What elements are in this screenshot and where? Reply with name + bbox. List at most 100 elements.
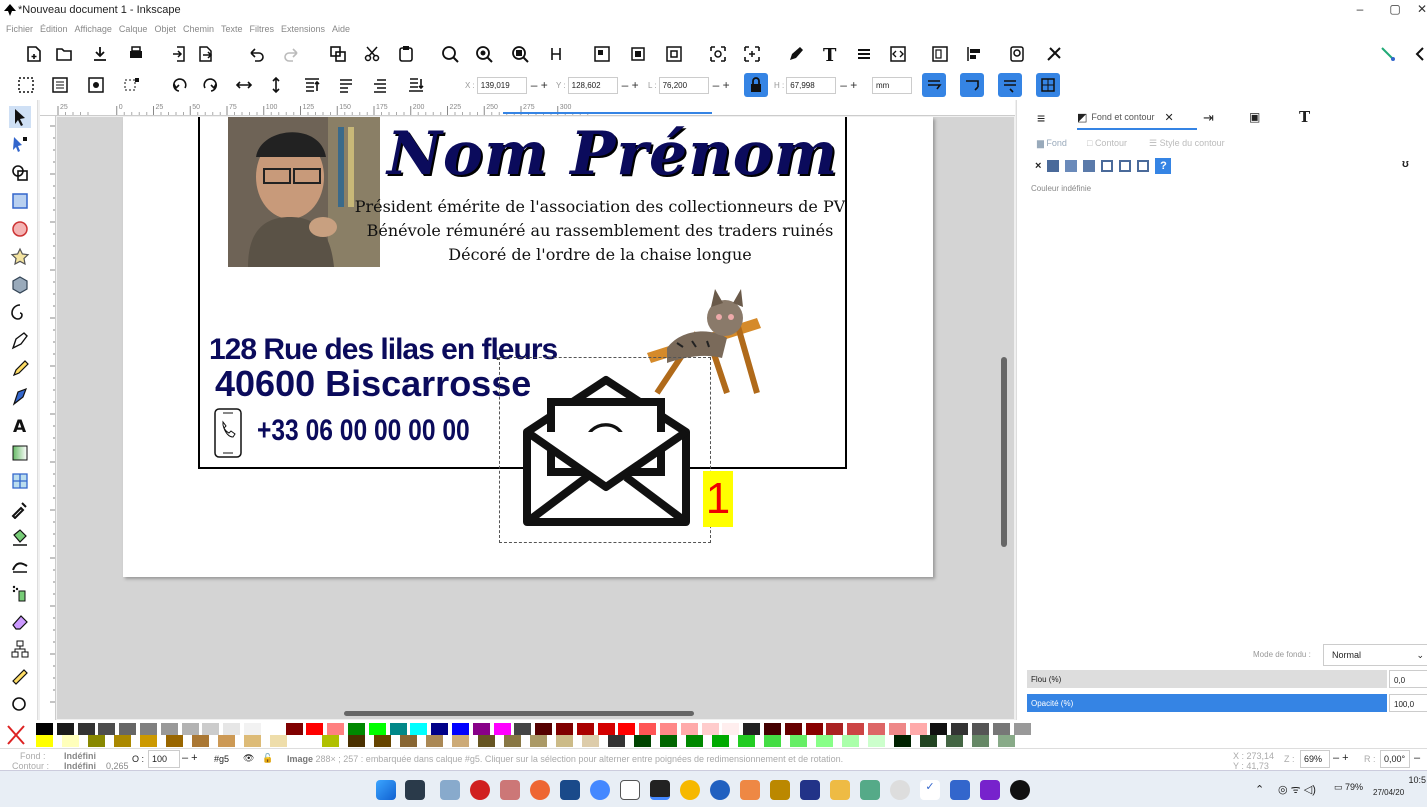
palette-swatch[interactable] [743, 723, 761, 735]
mobile-phone-icon[interactable] [213, 407, 243, 459]
deselect-icon[interactable] [120, 73, 144, 97]
palette-swatch[interactable] [1013, 723, 1031, 735]
print-icon[interactable] [124, 42, 148, 66]
scale-stroke-icon[interactable] [922, 73, 946, 97]
tweak-tool-icon[interactable] [9, 554, 31, 576]
palette-swatch[interactable] [389, 723, 407, 735]
snap-bbox-icon[interactable] [706, 42, 730, 66]
palette-swatch[interactable] [472, 723, 490, 735]
horizontal-scrollbar[interactable] [344, 711, 694, 716]
mesh-gradient-icon[interactable] [1101, 160, 1114, 172]
subtab-stroke-style[interactable]: ☰ Style du contour [1149, 138, 1225, 149]
palette-swatch[interactable] [634, 735, 651, 747]
palette-swatch[interactable] [181, 723, 199, 735]
palette-swatch[interactable] [582, 735, 599, 747]
chrome-icon[interactable] [680, 780, 700, 800]
no-paint-icon[interactable]: × [1035, 160, 1041, 172]
card-title-line-3[interactable]: Décoré de l'ordre de la chaise longue [330, 245, 870, 264]
zoom-input[interactable]: 69% [1300, 750, 1330, 768]
align-distribute-icon[interactable] [962, 42, 986, 66]
palette-swatch[interactable] [119, 723, 137, 735]
palette-swatch[interactable] [847, 723, 865, 735]
open-folder-icon[interactable] [52, 42, 76, 66]
mail-app-icon[interactable] [440, 780, 460, 800]
pen-tool-icon[interactable] [9, 330, 31, 352]
commands-bar-icon[interactable] [1376, 42, 1400, 66]
transform-patterns-icon[interactable] [1036, 73, 1060, 97]
palette-swatch[interactable] [790, 735, 807, 747]
none-color-icon[interactable] [0, 720, 30, 748]
opacity-slider[interactable]: Opacité (%) [1027, 694, 1387, 712]
palette-swatch[interactable] [192, 735, 209, 747]
menu-filtres[interactable]: Filtres [250, 24, 275, 34]
k-app-icon[interactable] [560, 780, 580, 800]
palette-swatch[interactable] [686, 735, 703, 747]
subtab-fill[interactable]: ▆ Fond [1037, 138, 1067, 149]
export-icon[interactable] [194, 42, 218, 66]
rotation-input[interactable]: 0,00° [1380, 750, 1410, 768]
export-tab-icon[interactable]: ⇥ [1203, 110, 1214, 126]
firefox-icon[interactable] [710, 780, 730, 800]
unset-paint-icon[interactable]: ? [1155, 158, 1172, 174]
document-tab-icon[interactable]: ▣ [1249, 110, 1260, 124]
height-stepper[interactable]: – + [840, 78, 860, 92]
maximize-button[interactable]: ▢ [1385, 2, 1405, 16]
canvas[interactable]: Nom Prénom Président émérite de l'associ… [57, 117, 1014, 719]
undo-icon[interactable] [244, 42, 268, 66]
palette-swatch[interactable] [920, 735, 937, 747]
spiral-tool-icon[interactable] [9, 302, 31, 324]
find-icon[interactable] [1006, 42, 1030, 66]
media-app-icon[interactable] [1010, 780, 1030, 800]
palette-swatch[interactable] [426, 735, 443, 747]
pattern-icon[interactable] [1119, 160, 1132, 172]
preferences-icon[interactable] [1042, 42, 1066, 66]
x-input[interactable]: 139,019 [476, 76, 527, 94]
palette-swatch[interactable] [722, 723, 740, 735]
palette-swatch[interactable] [478, 735, 495, 747]
redo-icon[interactable] [280, 42, 304, 66]
fill-stroke-dialog-icon[interactable] [784, 42, 808, 66]
palette-swatch[interactable] [306, 723, 324, 735]
palette-swatch[interactable] [244, 735, 261, 747]
card-name[interactable]: Nom Prénom [387, 119, 838, 189]
select-all-layers-icon[interactable] [48, 73, 72, 97]
card-title-line-1[interactable]: Président émérite de l'association des c… [330, 197, 870, 216]
email-envelope-icon[interactable]: @ [519, 372, 694, 532]
heart-app-icon[interactable] [980, 780, 1000, 800]
maps-app-icon[interactable] [860, 780, 880, 800]
palette-swatch[interactable] [296, 735, 313, 747]
snap-nodes-icon[interactable] [740, 42, 764, 66]
palette-swatch[interactable] [140, 723, 157, 735]
menu-fichier[interactable]: Fichier [6, 24, 33, 34]
eraser-tool-icon[interactable] [9, 610, 31, 632]
fill-rule-icon[interactable]: ʊ [1402, 158, 1409, 170]
start-button-icon[interactable] [376, 780, 396, 800]
select-all-icon[interactable] [14, 73, 38, 97]
zoom-stepper[interactable]: – + [1333, 752, 1349, 764]
menu-objet[interactable]: Objet [154, 24, 176, 34]
palette-swatch[interactable] [36, 723, 53, 735]
palette-swatch[interactable] [784, 723, 802, 735]
palette-swatch[interactable] [452, 735, 469, 747]
tab-fill-stroke[interactable]: ◩ Fond et contour ✕ [1077, 106, 1197, 130]
palette-swatch[interactable] [576, 723, 594, 735]
mesh-tool-icon[interactable] [9, 470, 31, 492]
menu-extensions[interactable]: Extensions [281, 24, 325, 34]
menu-texte[interactable]: Texte [221, 24, 243, 34]
blend-mode-select[interactable]: Normal ⌄ [1323, 644, 1427, 666]
layers-dialog-icon[interactable] [852, 42, 876, 66]
select-same-icon[interactable] [84, 73, 108, 97]
menu-affichage[interactable]: Affichage [75, 24, 112, 34]
palette-swatch[interactable] [114, 735, 131, 747]
star-tool-icon[interactable] [9, 246, 31, 268]
store-app-icon[interactable] [800, 780, 820, 800]
menu-aide[interactable]: Aide [332, 24, 350, 34]
palette-swatch[interactable] [504, 735, 521, 747]
globe-app-icon[interactable] [590, 780, 610, 800]
palette-swatch[interactable] [348, 723, 365, 735]
palette-swatch[interactable] [36, 735, 53, 747]
layers-icon[interactable]: ≡ [1037, 110, 1045, 126]
palette-swatch[interactable] [894, 735, 911, 747]
chat-app-icon[interactable] [950, 780, 970, 800]
opera-browser-icon[interactable] [470, 780, 490, 800]
